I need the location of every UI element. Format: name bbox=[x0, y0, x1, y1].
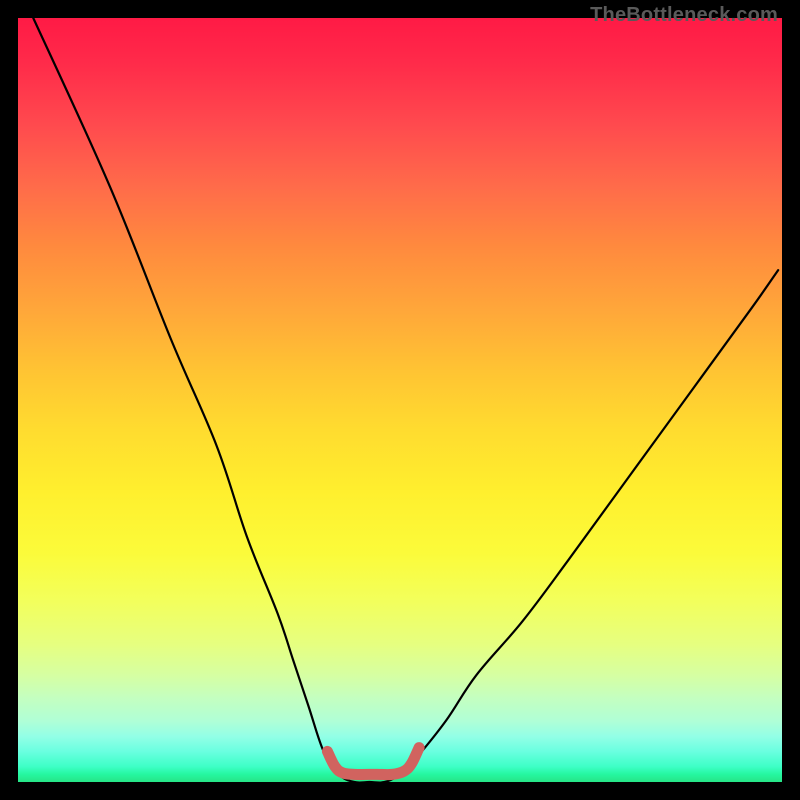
chart-frame bbox=[18, 18, 782, 782]
bottleneck-curve bbox=[33, 18, 778, 782]
chart-svg bbox=[18, 18, 782, 782]
chart-container: TheBottleneck.com bbox=[0, 0, 800, 800]
watermark-text: TheBottleneck.com bbox=[590, 4, 778, 27]
optimal-range-curve bbox=[327, 748, 419, 775]
